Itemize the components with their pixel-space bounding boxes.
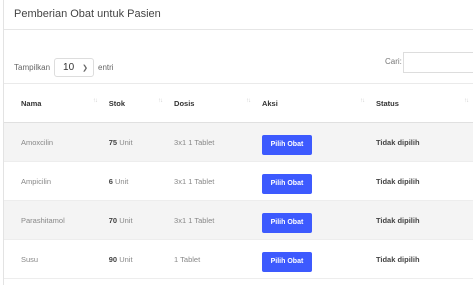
cell-status: Tidak dipilih bbox=[369, 122, 473, 162]
sort-arrows-icon: ↑↓ bbox=[158, 98, 163, 104]
cell-action: Pilih Obat bbox=[255, 239, 370, 279]
entries-value: 10 bbox=[63, 62, 75, 73]
medication-panel: Pemberian Obat untuk Pasien Tampilkan 10… bbox=[3, 0, 473, 285]
select-medicine-button[interactable]: Pilih Obat bbox=[261, 213, 312, 233]
select-medicine-button[interactable]: Pilih Obat bbox=[261, 252, 312, 272]
status-text: Tidak dipilih bbox=[375, 137, 420, 147]
table-row: Amoxcilin 75 Unit 3x1 1 Tablet Pilih Oba… bbox=[4, 122, 473, 162]
cell-name: Amoxcilin bbox=[4, 122, 103, 162]
status-text: Tidak dipilih bbox=[375, 254, 420, 264]
medication-table: Nama ↑↓ Stok ↑↓ Dosis ↑↓ Aksi ↑↓ Status bbox=[4, 83, 473, 279]
cell-status: Tidak dipilih bbox=[369, 239, 473, 279]
show-label: Tampilkan bbox=[14, 63, 51, 72]
cell-dose: 3x1 1 Tablet bbox=[168, 161, 256, 201]
column-header-dose[interactable]: Dosis ↑↓ bbox=[168, 83, 256, 123]
entries-select[interactable]: 10 ❯ bbox=[54, 58, 95, 77]
stock-number: 6 bbox=[108, 176, 113, 186]
table-row: Parashitamol 70 Unit 3x1 1 Tablet Pilih … bbox=[4, 200, 473, 240]
cell-stock: 6 Unit bbox=[102, 161, 169, 201]
select-medicine-button[interactable]: Pilih Obat bbox=[261, 135, 312, 155]
cell-stock: 75 Unit bbox=[102, 122, 169, 162]
search-input[interactable] bbox=[403, 52, 473, 73]
entries-length-control: Tampilkan 10 ❯ entri bbox=[14, 58, 114, 77]
stock-unit: Unit bbox=[119, 254, 133, 264]
cell-status: Tidak dipilih bbox=[369, 161, 473, 201]
cell-status: Tidak dipilih bbox=[369, 200, 473, 240]
column-header-action[interactable]: Aksi ↑↓ bbox=[255, 83, 370, 123]
page-title: Pemberian Obat untuk Pasien bbox=[14, 8, 161, 20]
title-divider bbox=[4, 29, 473, 30]
table-row: Ampicilin 6 Unit 3x1 1 Tablet Pilih Obat… bbox=[4, 161, 473, 201]
stock-unit: Unit bbox=[119, 215, 133, 225]
table-row: Susu 90 Unit 1 Tablet Pilih Obat Tidak d… bbox=[4, 239, 473, 279]
select-medicine-button[interactable]: Pilih Obat bbox=[261, 174, 312, 194]
search-label: Cari: bbox=[385, 57, 402, 66]
cell-stock: 90 Unit bbox=[102, 239, 169, 279]
chevron-down-icon: ❯ bbox=[82, 64, 89, 72]
cell-dose: 3x1 1 Tablet bbox=[168, 200, 256, 240]
cell-name: Susu bbox=[4, 239, 103, 279]
stock-unit: Unit bbox=[115, 176, 129, 186]
stock-number: 70 bbox=[108, 215, 118, 225]
stock-number: 90 bbox=[108, 254, 118, 264]
cell-dose: 3x1 1 Tablet bbox=[168, 122, 256, 162]
cell-name: Ampicilin bbox=[4, 161, 103, 201]
stock-number: 75 bbox=[108, 137, 118, 147]
cell-name: Parashitamol bbox=[4, 200, 103, 240]
sort-arrows-icon: ↑↓ bbox=[245, 98, 251, 104]
sort-arrows-icon: ↑↓ bbox=[359, 98, 365, 104]
stock-unit: Unit bbox=[119, 137, 133, 147]
sort-arrows-icon: ↑↓ bbox=[92, 98, 98, 104]
column-header-stock[interactable]: Stok ↑↓ bbox=[102, 83, 169, 123]
cell-stock: 70 Unit bbox=[102, 200, 169, 240]
status-text: Tidak dipilih bbox=[375, 215, 420, 225]
column-header-name[interactable]: Nama ↑↓ bbox=[4, 83, 103, 123]
status-text: Tidak dipilih bbox=[375, 176, 420, 186]
cell-dose: 1 Tablet bbox=[168, 239, 256, 279]
table-header-row: Nama ↑↓ Stok ↑↓ Dosis ↑↓ Aksi ↑↓ Status bbox=[4, 83, 473, 123]
sort-arrows-icon: ↑↓ bbox=[464, 98, 469, 104]
cell-action: Pilih Obat bbox=[255, 122, 370, 162]
cell-action: Pilih Obat bbox=[255, 161, 370, 201]
entries-suffix: entri bbox=[98, 63, 114, 72]
cell-action: Pilih Obat bbox=[255, 200, 370, 240]
column-header-status[interactable]: Status ↑↓ bbox=[369, 83, 473, 123]
